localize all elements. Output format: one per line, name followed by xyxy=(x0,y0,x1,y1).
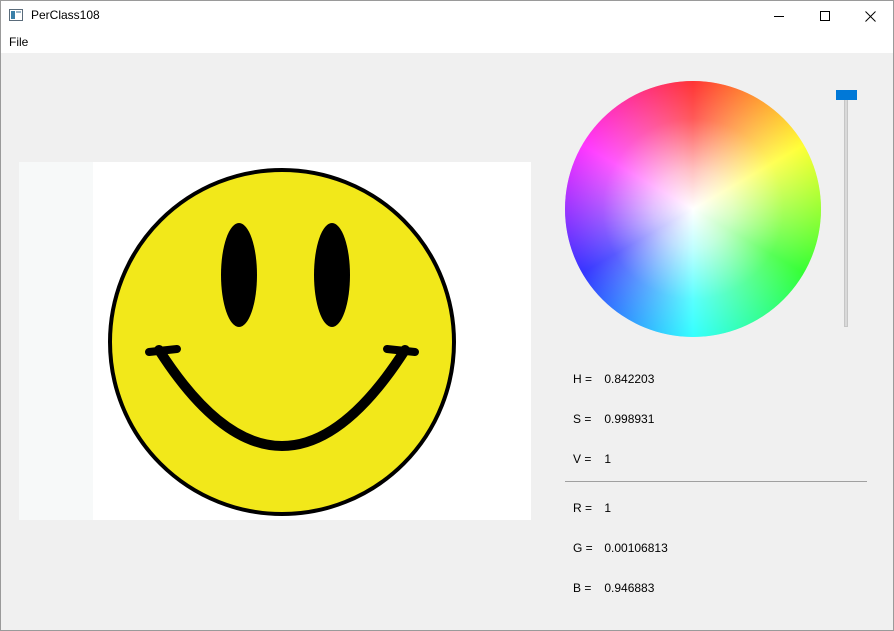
app-icon xyxy=(9,8,23,22)
v-label: V = xyxy=(573,452,592,466)
maximize-icon xyxy=(820,11,830,21)
color-wheel[interactable] xyxy=(565,81,821,337)
s-value: 0.998931 xyxy=(604,412,655,426)
window-title: PerClass108 xyxy=(31,8,100,22)
minimize-button[interactable] xyxy=(756,1,802,31)
menu-file[interactable]: File xyxy=(9,35,28,49)
close-icon xyxy=(864,10,876,22)
maximize-button[interactable] xyxy=(802,1,848,31)
h-value: 0.842203 xyxy=(604,372,655,386)
image-margin xyxy=(19,162,93,520)
image-view xyxy=(19,162,531,520)
minimize-icon xyxy=(774,16,784,17)
v-value: 1 xyxy=(604,452,612,466)
h-label: H = xyxy=(573,372,593,386)
menu-bar: File xyxy=(1,31,893,53)
color-wheel-saturation-overlay xyxy=(565,81,821,337)
g-readout: G = 0.00106813 xyxy=(573,541,668,555)
title-bar: PerClass108 xyxy=(1,1,893,31)
b-label: B = xyxy=(573,581,592,595)
r-label: R = xyxy=(573,501,593,515)
v-readout: V = 1 xyxy=(573,452,611,466)
value-slider-track[interactable] xyxy=(844,93,848,327)
g-value: 0.00106813 xyxy=(604,541,668,555)
value-slider-handle[interactable] xyxy=(836,90,857,100)
app-window: PerClass108 File H = 0.842203 S = 0.9989… xyxy=(0,0,894,631)
b-value: 0.946883 xyxy=(604,581,655,595)
smiley-face-icon xyxy=(108,168,456,516)
h-readout: H = 0.842203 xyxy=(573,372,654,386)
r-readout: R = 1 xyxy=(573,501,611,515)
g-label: G = xyxy=(573,541,593,555)
b-readout: B = 0.946883 xyxy=(573,581,654,595)
close-button[interactable] xyxy=(847,1,893,31)
s-label: S = xyxy=(573,412,592,426)
s-readout: S = 0.998931 xyxy=(573,412,654,426)
r-value: 1 xyxy=(604,501,612,515)
divider xyxy=(565,481,867,482)
